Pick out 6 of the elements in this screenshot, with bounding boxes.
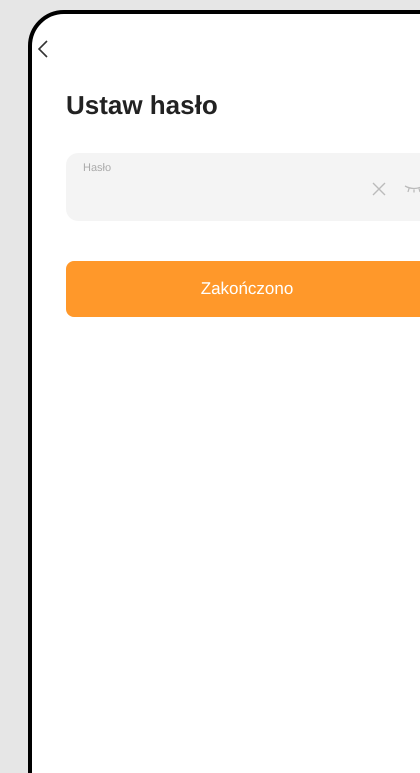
done-button[interactable]: Zakończono (66, 261, 420, 317)
password-field[interactable]: Hasło (66, 153, 420, 221)
close-icon[interactable] (372, 182, 386, 196)
closed-eye-icon[interactable] (404, 184, 420, 192)
back-icon[interactable] (38, 40, 48, 58)
page-title: Ustaw hasło (66, 90, 219, 121)
